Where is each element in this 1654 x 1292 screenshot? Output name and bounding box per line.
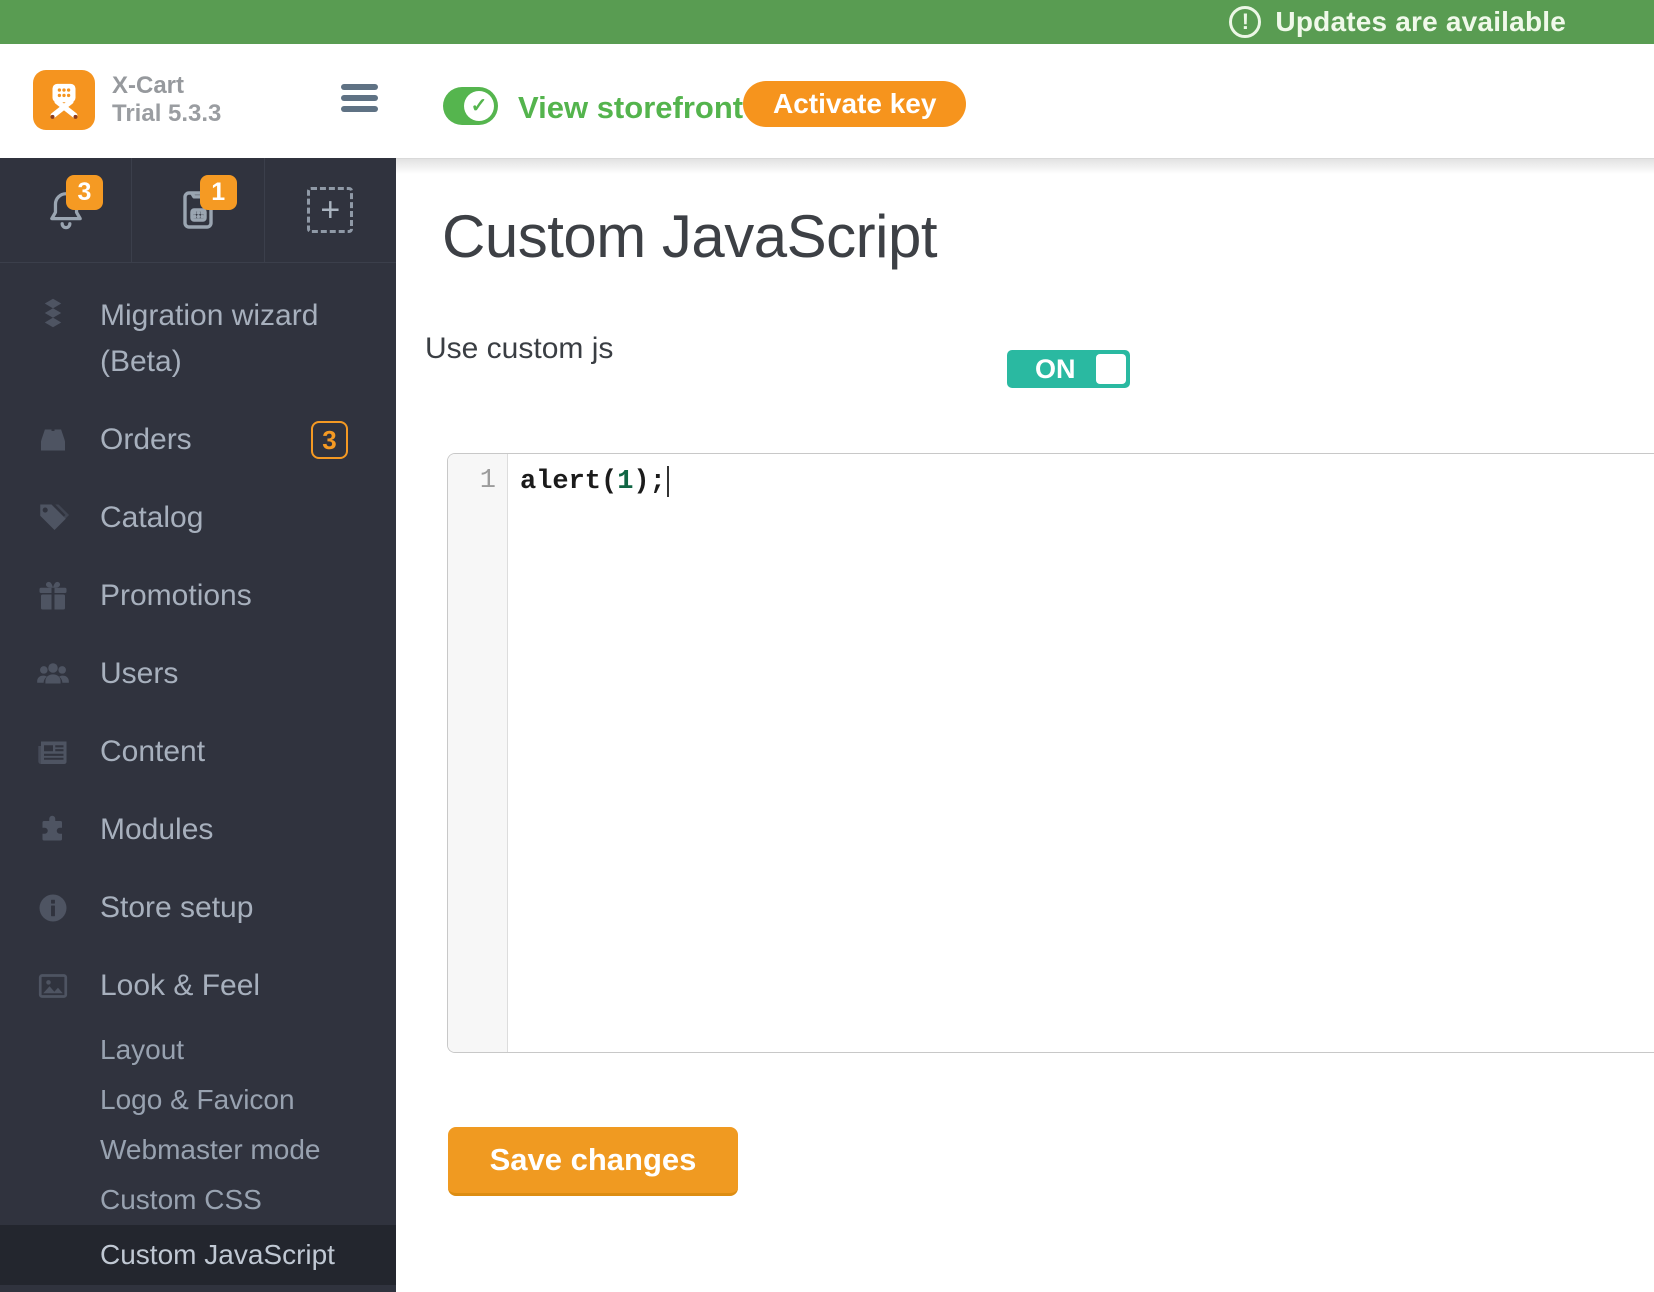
sidebar-subitem-custom-css[interactable]: Custom CSS — [0, 1175, 396, 1225]
catalog-icon — [34, 500, 72, 536]
sidebar-item-orders[interactable]: Orders 3 — [0, 401, 396, 479]
sidebar-item-content[interactable]: Content — [0, 713, 396, 791]
code-editor[interactable]: 1 alert(1); — [447, 453, 1654, 1053]
use-custom-js-toggle[interactable]: ON — [1007, 350, 1130, 388]
storefront-toggle[interactable]: ✓ — [443, 87, 498, 125]
sidebar-item-label: Content — [100, 735, 206, 768]
sidebar-item-modules[interactable]: Modules — [0, 791, 396, 869]
brand-version: Trial 5.3.3 — [112, 100, 222, 127]
sidebar-item-label: Look & Feel — [100, 969, 261, 1002]
sidebar-item-label: Users — [100, 657, 179, 690]
xcart-logo[interactable] — [33, 70, 95, 130]
text-cursor — [666, 466, 669, 497]
save-changes-button[interactable]: Save changes — [448, 1127, 738, 1196]
code-token-rest: ); — [633, 467, 666, 497]
sidebar-quick-tiles: 3 1 + — [0, 158, 396, 263]
sidebar-item-label: Orders — [100, 423, 192, 456]
sidebar: 3 1 + Migration wizard (Beta) Orders 3 C… — [0, 158, 396, 1292]
sidebar-item-store-setup[interactable]: Store setup — [0, 869, 396, 947]
sidebar-item-migration-wizard[interactable]: Migration wizard (Beta) — [0, 293, 396, 385]
sidebar-menu: Migration wizard (Beta) Orders 3 Catalog… — [0, 263, 396, 1285]
main-content: Custom JavaScript Use custom js ON 1 ale… — [396, 158, 1654, 1292]
updates-bar: ! Updates are available — [0, 0, 1654, 44]
add-tile[interactable]: + — [265, 158, 396, 262]
sidebar-subitem-webmaster-mode[interactable]: Webmaster mode — [0, 1125, 396, 1175]
sidebar-item-label: Modules — [100, 813, 214, 846]
content-icon — [34, 734, 72, 770]
use-custom-js-label: Use custom js — [425, 332, 614, 365]
sidebar-item-label: Catalog — [100, 501, 204, 534]
code-line[interactable]: alert(1); — [520, 466, 669, 497]
editor-gutter — [448, 454, 508, 1052]
app-header: X-Cart Trial 5.3.3 ✓ View storefront Act… — [0, 44, 1654, 158]
header-shadow — [396, 158, 1654, 174]
alert-circle-icon: ! — [1229, 6, 1262, 38]
xcart-admin-window: ! Updates are available X-Cart Trial 5.3… — [0, 0, 1654, 1292]
apps-badge: 1 — [199, 175, 237, 210]
view-storefront-link[interactable]: View storefront — [518, 90, 743, 126]
sidebar-subitem-logo-favicon[interactable]: Logo & Favicon — [0, 1075, 396, 1125]
sidebar-item-label: Migration wizard (Beta) — [100, 299, 319, 378]
orders-icon — [34, 422, 72, 458]
activate-key-button[interactable]: Activate key — [743, 81, 967, 127]
brand-block: X-Cart Trial 5.3.3 — [112, 72, 221, 128]
code-token-fn: alert( — [520, 467, 618, 497]
xcart-logo-icon — [50, 83, 78, 119]
menu-hamburger-icon[interactable] — [341, 84, 378, 112]
sidebar-item-promotions[interactable]: Promotions — [0, 557, 396, 635]
plus-icon: + — [307, 187, 354, 233]
check-circle-icon: ✓ — [464, 91, 494, 121]
sidebar-subitem-custom-javascript[interactable]: Custom JavaScript — [0, 1225, 396, 1285]
page-title: Custom JavaScript — [442, 203, 938, 270]
migration-icon — [34, 295, 72, 331]
sidebar-item-catalog[interactable]: Catalog — [0, 479, 396, 557]
modules-icon — [34, 812, 72, 848]
sidebar-item-look-feel[interactable]: Look & Feel — [0, 947, 396, 1025]
code-token-number: 1 — [617, 467, 634, 497]
sidebar-item-label: Store setup — [100, 891, 254, 924]
apps-tile[interactable]: 1 — [132, 158, 265, 262]
sidebar-item-label: Promotions — [100, 579, 252, 612]
look-feel-icon — [34, 968, 72, 1004]
users-icon — [34, 655, 72, 693]
promotions-icon — [34, 578, 72, 614]
toggle-knob[interactable] — [1096, 354, 1126, 384]
notifications-badge: 3 — [66, 175, 103, 210]
store-setup-icon — [34, 890, 72, 926]
sidebar-subitem-layout[interactable]: Layout — [0, 1025, 396, 1075]
notifications-tile[interactable]: 3 — [0, 158, 133, 262]
brand-name: X-Cart — [112, 72, 185, 99]
orders-count-badge: 3 — [311, 421, 348, 459]
toggle-state-label: ON — [1035, 354, 1076, 384]
line-number: 1 — [479, 466, 496, 496]
updates-message[interactable]: Updates are available — [1275, 6, 1566, 38]
sidebar-item-users[interactable]: Users — [0, 635, 396, 713]
